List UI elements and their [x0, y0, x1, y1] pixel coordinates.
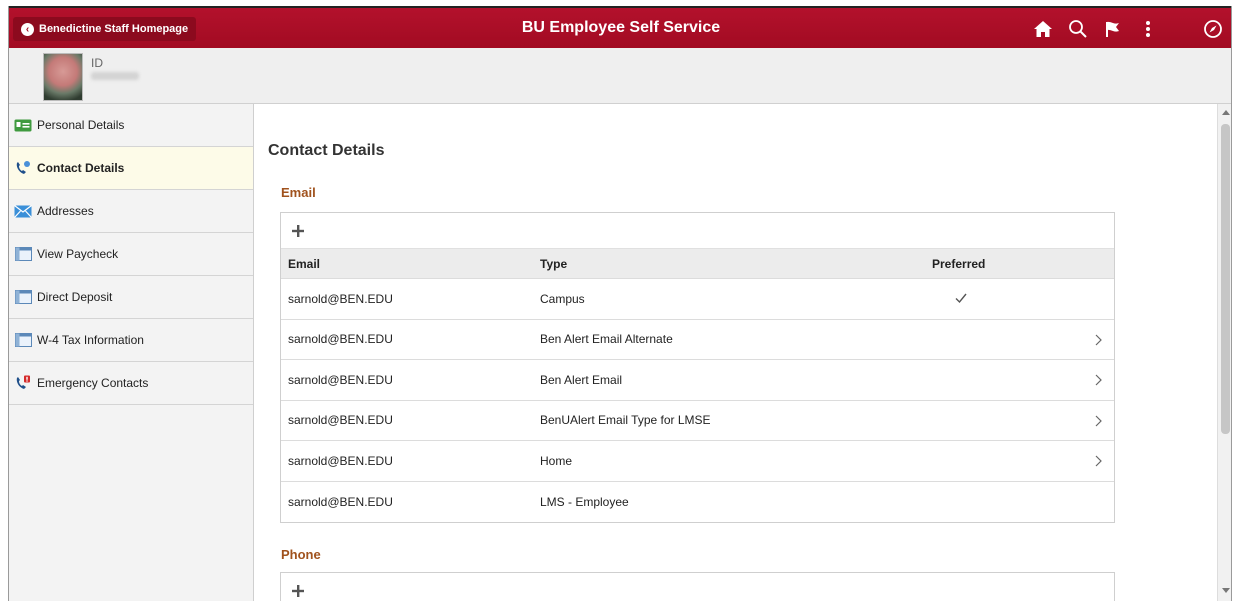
column-header-preferred: Preferred [932, 256, 986, 271]
vertical-scrollbar[interactable] [1217, 104, 1231, 601]
avatar [43, 53, 83, 101]
type-cell: Campus [540, 291, 585, 306]
table-row[interactable]: sarnold@BEN.EDU Home [281, 441, 1114, 482]
type-cell: Ben Alert Email [540, 372, 623, 387]
checkmark-icon [955, 293, 967, 304]
plus-icon [292, 224, 304, 237]
type-cell: Ben Alert Email Alternate [540, 332, 673, 347]
scroll-up-arrow-icon[interactable] [1222, 110, 1230, 115]
document-icon [14, 290, 32, 304]
sidebar-item-view-paycheck[interactable]: View Paycheck [9, 233, 253, 276]
sidebar-item-label: Emergency Contacts [37, 376, 149, 390]
table-row[interactable]: sarnold@BEN.EDU Campus [281, 279, 1114, 320]
email-cell: sarnold@BEN.EDU [288, 332, 393, 347]
email-cell: sarnold@BEN.EDU [288, 494, 393, 509]
type-cell: LMS - Employee [540, 494, 629, 509]
page-title: Contact Details [268, 142, 385, 159]
scroll-down-arrow-icon[interactable] [1222, 588, 1230, 593]
sidebar-item-direct-deposit[interactable]: Direct Deposit [9, 276, 253, 319]
more-vertical-icon[interactable] [1137, 19, 1159, 39]
sidebar-item-contact-details[interactable]: Contact Details [9, 147, 253, 190]
email-cell: sarnold@BEN.EDU [288, 372, 393, 387]
search-icon[interactable] [1067, 19, 1089, 39]
back-to-homepage-button[interactable]: ‹ Benedictine Staff Homepage [13, 17, 197, 41]
email-grid-header: Email Type Preferred [281, 249, 1114, 279]
navbar-compass-icon[interactable] [1202, 19, 1224, 39]
chevron-left-icon: ‹ [21, 22, 34, 36]
sidebar-item-label: Personal Details [37, 118, 125, 132]
document-icon [14, 247, 32, 261]
id-value: 2028874 [91, 72, 139, 80]
document-icon [14, 333, 32, 347]
sidebar-item-personal-details[interactable]: Personal Details [9, 104, 253, 147]
sidebar-item-label: View Paycheck [37, 247, 119, 261]
emergency-phone-icon [14, 375, 32, 390]
sidebar-item-label: Direct Deposit [37, 290, 113, 304]
sidebar-item-emergency-contacts[interactable]: Emergency Contacts [9, 362, 253, 405]
email-grid: Email Type Preferred sarnold@BEN.EDU Cam… [280, 212, 1115, 523]
phone-icon [14, 161, 32, 175]
email-cell: sarnold@BEN.EDU [288, 413, 393, 428]
chevron-right-icon[interactable] [1092, 454, 1104, 468]
phone-section-title: Phone [281, 547, 321, 562]
main-content: Contact Details Email Email Type Preferr… [255, 104, 1217, 601]
scrollbar-thumb[interactable] [1221, 124, 1230, 434]
sidebar-item-label: W-4 Tax Information [37, 333, 144, 347]
table-row[interactable]: sarnold@BEN.EDU Ben Alert Email [281, 360, 1114, 401]
id-card-icon [14, 118, 32, 132]
table-row[interactable]: sarnold@BEN.EDU Ben Alert Email Alternat… [281, 320, 1114, 360]
sidebar: Personal Details Contact Details Address… [9, 104, 254, 601]
email-section-title: Email [281, 185, 316, 200]
plus-icon [292, 585, 304, 597]
email-cell: sarnold@BEN.EDU [288, 291, 393, 306]
flag-icon[interactable] [1102, 19, 1124, 39]
email-cell: sarnold@BEN.EDU [288, 453, 393, 468]
type-cell: BenUAlert Email Type for LMSE [540, 413, 711, 428]
profile-banner: ID 2028874 [9, 48, 1231, 104]
email-grid-toolbar [281, 213, 1114, 249]
chevron-right-icon[interactable] [1092, 414, 1104, 428]
chevron-right-icon[interactable] [1092, 333, 1104, 347]
home-icon[interactable] [1032, 19, 1054, 39]
back-button-label: Benedictine Staff Homepage [39, 23, 189, 35]
sidebar-item-label: Addresses [37, 204, 94, 218]
sidebar-item-w4-tax-information[interactable]: W-4 Tax Information [9, 319, 253, 362]
add-email-button[interactable] [287, 220, 309, 242]
table-row[interactable]: sarnold@BEN.EDU LMS - Employee [281, 482, 1114, 523]
type-cell: Home [540, 453, 573, 468]
table-row[interactable]: sarnold@BEN.EDU BenUAlert Email Type for… [281, 401, 1114, 441]
sidebar-item-label: Contact Details [37, 161, 125, 175]
top-banner: ‹ Benedictine Staff Homepage BU Employee… [9, 6, 1231, 48]
phone-grid [280, 572, 1115, 601]
app-window: ‹ Benedictine Staff Homepage BU Employee… [8, 6, 1232, 601]
phone-grid-toolbar [281, 573, 1114, 601]
column-header-type: Type [540, 256, 568, 271]
chevron-right-icon[interactable] [1092, 373, 1104, 387]
add-phone-button[interactable] [287, 580, 309, 601]
id-label: ID [91, 56, 103, 70]
column-header-email: Email [288, 256, 321, 271]
sidebar-item-addresses[interactable]: Addresses [9, 190, 253, 233]
envelope-icon [14, 204, 32, 218]
